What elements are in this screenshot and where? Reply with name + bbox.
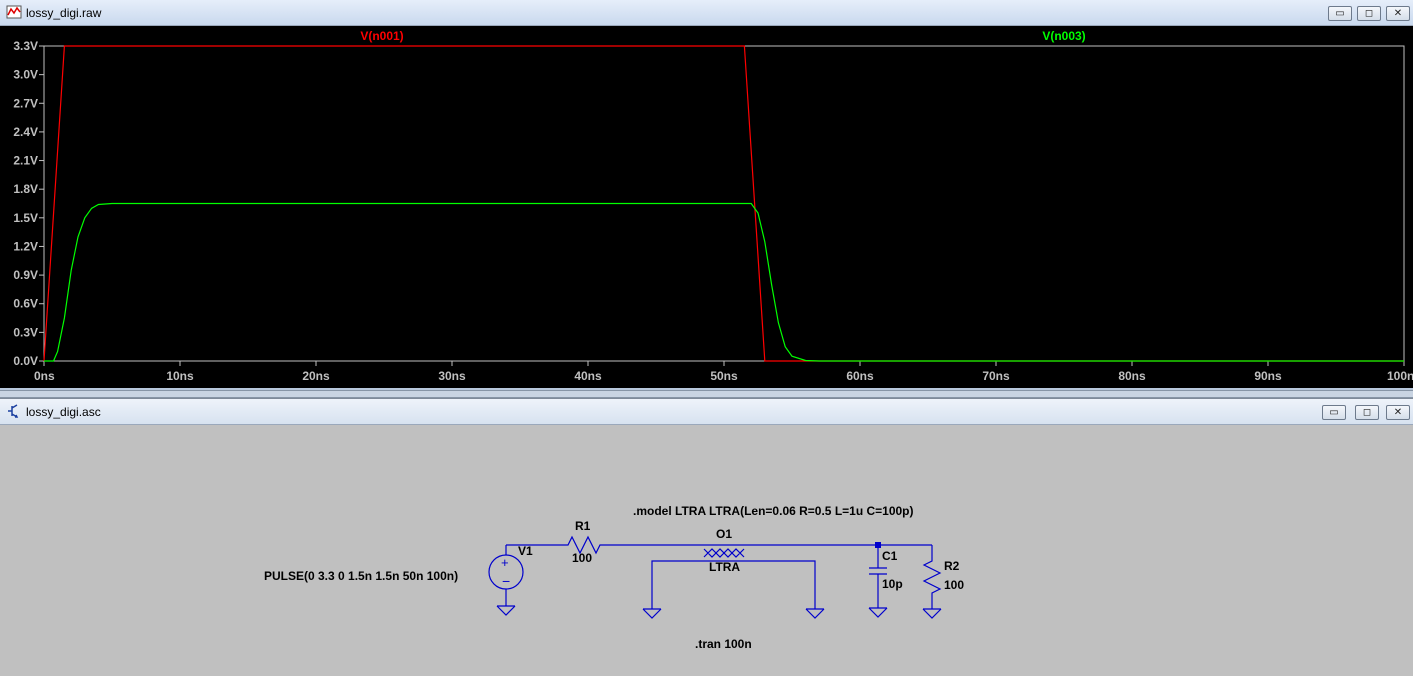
x-tick-label: 100ns	[1387, 369, 1413, 383]
ground-symbol	[805, 608, 825, 619]
series-line-vn003[interactable]	[44, 202, 1404, 362]
y-tick-label: 2.4V	[13, 125, 38, 139]
v1-label[interactable]: V1	[518, 544, 533, 558]
y-tick-label: 1.2V	[13, 239, 38, 253]
y-tick-label: 3.3V	[13, 39, 38, 53]
schematic-titlebar[interactable]: lossy_digi.asc ▭ ◻ ✕	[0, 399, 1413, 425]
y-tick-label: 2.7V	[13, 96, 38, 110]
x-tick-label: 0ns	[34, 369, 55, 383]
junction-dot	[875, 542, 881, 548]
close-button[interactable]: ✕	[1386, 6, 1410, 21]
minimize-button[interactable]: ▭	[1322, 405, 1346, 420]
x-tick-label: 10ns	[166, 369, 194, 383]
o1-model[interactable]: LTRA	[709, 560, 740, 574]
y-tick-label: 0.0V	[13, 354, 38, 368]
model-directive[interactable]: .model LTRA LTRA(Len=0.06 R=0.5 L=1u C=1…	[633, 504, 914, 518]
waveform-window: lossy_digi.raw ▭ ◻ ✕ 0.0V 0.3V 0.6V 0.9V 1.2…	[0, 0, 1413, 390]
v1-value[interactable]: PULSE(0 3.3 0 1.5n 1.5n 50n 100n)	[264, 569, 458, 583]
close-button[interactable]: ✕	[1386, 405, 1410, 420]
ground-symbol	[496, 605, 516, 616]
o1-label[interactable]: O1	[716, 527, 732, 541]
r1-label[interactable]: R1	[575, 519, 591, 533]
resistor-r2-symbol[interactable]	[922, 557, 942, 597]
tran-directive[interactable]: .tran 100n	[695, 637, 752, 651]
ltra-symbol[interactable]	[703, 548, 745, 558]
x-tick-label: 20ns	[302, 369, 330, 383]
minus-sign: −	[502, 573, 510, 589]
x-tick-label: 30ns	[438, 369, 466, 383]
plot-pane[interactable]: 0.0V 0.3V 0.6V 0.9V 1.2V 1.5V 1.8V 2.1V 2.4V 2.7V…	[0, 26, 1413, 388]
waveform-window-title: lossy_digi.raw	[26, 6, 102, 20]
x-tick-label: 60ns	[846, 369, 874, 383]
schematic-window: lossy_digi.asc ▭ ◻ ✕ + − .model LTRA LTR…	[0, 398, 1413, 676]
ground-symbol	[868, 607, 888, 618]
r2-label[interactable]: R2	[944, 559, 960, 573]
y-tick-label: 1.8V	[13, 182, 38, 196]
c1-label[interactable]: C1	[882, 549, 898, 563]
schematic-canvas[interactable]: + − .model LTRA LTRA(Len=0.06 R=0.5 L=1u…	[0, 425, 1413, 676]
r2-value[interactable]: 100	[944, 578, 964, 592]
wire	[651, 560, 700, 609]
c1-value[interactable]: 10p	[882, 577, 903, 591]
wire	[750, 560, 816, 609]
waveform-titlebar[interactable]: lossy_digi.raw ▭ ◻ ✕	[0, 0, 1413, 26]
minimize-button[interactable]: ▭	[1328, 6, 1352, 21]
x-tick-label: 50ns	[710, 369, 738, 383]
y-tick-label: 0.9V	[13, 268, 38, 282]
ground-symbol	[642, 608, 662, 619]
y-tick-label: 0.3V	[13, 325, 38, 339]
legend-label[interactable]: V(n003)	[1042, 29, 1085, 43]
restore-button[interactable]: ◻	[1357, 6, 1381, 21]
x-tick-label: 90ns	[1254, 369, 1282, 383]
y-tick-label: 1.5V	[13, 211, 38, 225]
restore-button[interactable]: ◻	[1355, 405, 1379, 420]
y-tick-label: 3.0V	[13, 68, 38, 82]
waveform-icon	[6, 5, 22, 19]
r1-value[interactable]: 100	[572, 551, 592, 565]
waveform-plot[interactable]: 0.0V 0.3V 0.6V 0.9V 1.2V 1.5V 1.8V 2.1V 2.4V 2.7V…	[0, 26, 1413, 388]
x-tick-label: 70ns	[982, 369, 1010, 383]
legend-label[interactable]: V(n001)	[360, 29, 403, 43]
ground-symbol	[922, 608, 942, 619]
x-tick-label: 40ns	[574, 369, 602, 383]
window-separator	[0, 390, 1413, 398]
schematic-window-title: lossy_digi.asc	[26, 405, 101, 419]
y-tick-label: 0.6V	[13, 297, 38, 311]
plus-sign: +	[501, 555, 509, 570]
y-tick-label: 2.1V	[13, 154, 38, 168]
schematic-icon	[8, 404, 19, 418]
x-tick-label: 80ns	[1118, 369, 1146, 383]
